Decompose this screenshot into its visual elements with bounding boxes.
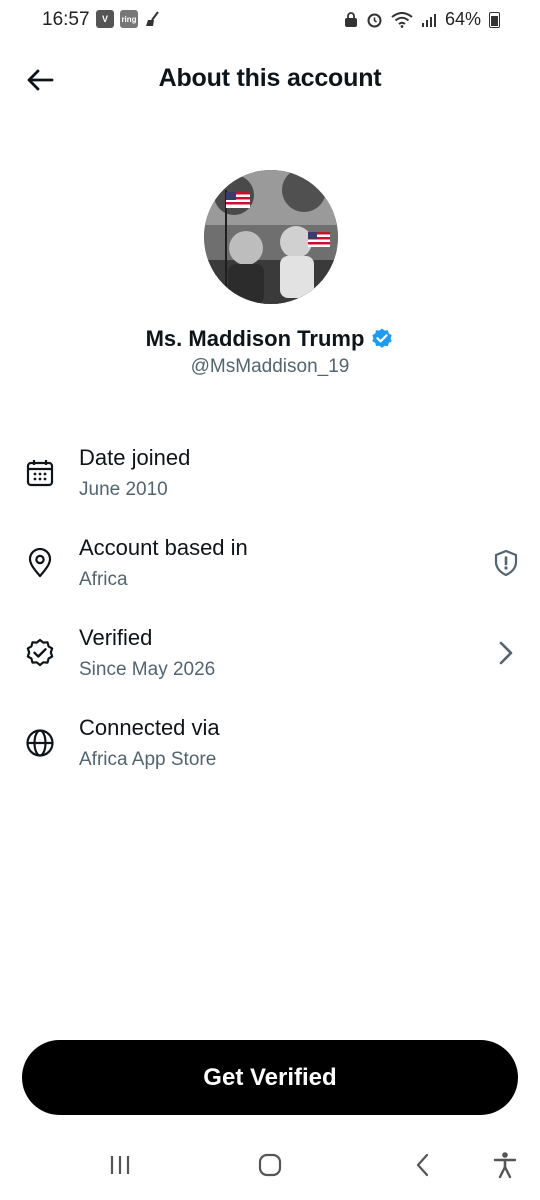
- status-bar: 16:57 V ring 64%: [0, 0, 540, 40]
- recent-apps-button[interactable]: [100, 1145, 140, 1185]
- get-verified-button[interactable]: Get Verified: [22, 1040, 518, 1115]
- accessibility-icon: [493, 1152, 517, 1179]
- battery-icon: [489, 11, 500, 28]
- lock-icon: [344, 11, 357, 27]
- broom-icon: [146, 11, 159, 26]
- account-based-in-label: Account based in: [79, 535, 248, 560]
- status-left-icons: V ring: [96, 10, 162, 28]
- profile-name-row: Ms. Maddison Trump: [0, 326, 540, 352]
- calendar-icon: [26, 460, 54, 487]
- verified-badge-icon[interactable]: [370, 327, 394, 351]
- date-joined-value: June 2010: [79, 479, 168, 500]
- nav-back-button[interactable]: [403, 1145, 443, 1185]
- home-button[interactable]: [250, 1145, 290, 1185]
- status-time: 16:57: [42, 9, 90, 30]
- chevron-right-icon: [499, 641, 513, 665]
- battery-percent: 64%: [444, 9, 481, 29]
- home-icon: [258, 1153, 282, 1177]
- connected-via-label: Connected via: [79, 715, 220, 740]
- profile-photo: [204, 170, 338, 304]
- verified-value: Since May 2026: [79, 659, 216, 680]
- verified-label: Verified: [79, 625, 153, 650]
- alarm-icon: [367, 13, 382, 28]
- system-nav-bar: [0, 1135, 540, 1195]
- v-app-icon: V: [96, 10, 114, 28]
- ring-app-icon: ring: [120, 10, 138, 28]
- date-joined-label: Date joined: [79, 445, 191, 470]
- verified-outline-icon: [26, 638, 54, 667]
- account-based-in-value: Africa: [79, 569, 128, 590]
- profile-name: Ms. Maddison Trump: [145, 326, 365, 351]
- shield-alert-icon: [494, 549, 518, 577]
- status-right-icons: 64%: [344, 9, 500, 30]
- page-title: About this account: [158, 64, 382, 92]
- connected-via-value: Africa App Store: [79, 749, 217, 770]
- verified-row[interactable]: Verified Since May 2026: [0, 625, 540, 695]
- date-joined-row: Date joined June 2010: [0, 445, 540, 515]
- signal-icon: [421, 13, 436, 27]
- avatar[interactable]: [204, 170, 338, 304]
- shield-alert-button[interactable]: [490, 547, 522, 579]
- account-based-in-row: Account based in Africa: [0, 535, 540, 605]
- accessibility-button[interactable]: [485, 1145, 525, 1185]
- back-icon: [416, 1153, 429, 1177]
- globe-icon: [26, 729, 54, 757]
- top-bar: About this account: [0, 48, 540, 110]
- connected-via-row: Connected via Africa App Store: [0, 715, 540, 785]
- verified-chevron[interactable]: [490, 637, 522, 669]
- profile-handle: @MsMaddison_19: [190, 356, 350, 377]
- location-pin-icon: [28, 547, 52, 578]
- wifi-icon: [391, 11, 413, 28]
- recent-apps-icon: [110, 1156, 130, 1174]
